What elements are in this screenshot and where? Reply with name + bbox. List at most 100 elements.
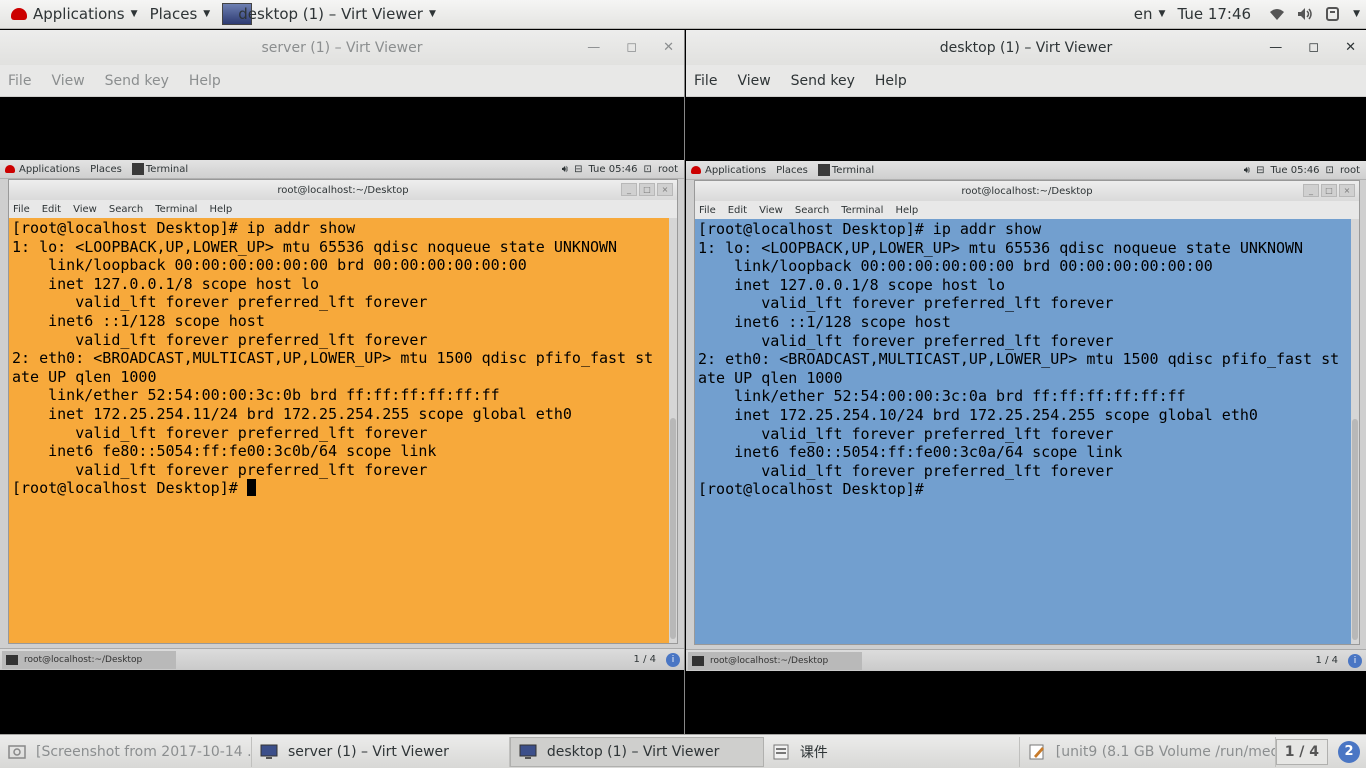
- terminal-close-button[interactable]: ×: [657, 183, 673, 196]
- terminal-menu-file[interactable]: File: [699, 205, 716, 216]
- guest-applications-menu[interactable]: Applications: [0, 164, 85, 175]
- window-titlebar[interactable]: server (1) – Virt Viewer — ◻ ✕: [0, 30, 684, 65]
- taskbar-item-screenshot[interactable]: [Screenshot from 2017-10-14 ...: [0, 736, 252, 767]
- guest-taskbar: root@localhost:~/Desktop 1 / 4 i: [0, 648, 684, 670]
- terminal-titlebar[interactable]: root@localhost:~/Desktop _ □ ×: [9, 180, 677, 200]
- terminal-window[interactable]: root@localhost:~/Desktop _ □ × File Edit V…: [694, 180, 1360, 645]
- clock[interactable]: Tue 17:46: [1171, 0, 1257, 29]
- terminal-menu-help[interactable]: Help: [895, 205, 918, 216]
- minimize-button[interactable]: —: [587, 40, 600, 55]
- applications-menu[interactable]: Applications ▼: [0, 0, 144, 29]
- terminal-menu-search[interactable]: Search: [795, 205, 829, 216]
- terminal-menu-edit[interactable]: Edit: [728, 205, 747, 216]
- language-label: en: [1133, 5, 1153, 23]
- terminal-close-button[interactable]: ×: [1339, 184, 1355, 197]
- terminal-minimize-button[interactable]: _: [621, 183, 637, 196]
- guest-user-menu[interactable]: root: [1340, 165, 1360, 176]
- terminal-menu-help[interactable]: Help: [209, 204, 232, 215]
- maximize-button[interactable]: ◻: [1308, 40, 1319, 55]
- taskbar-item-label: desktop (1) – Virt Viewer: [546, 743, 720, 760]
- places-menu[interactable]: Places ▼: [144, 0, 217, 29]
- network-icon[interactable]: ⊟: [574, 164, 582, 175]
- close-button[interactable]: ✕: [1345, 40, 1356, 55]
- workspace-indicator[interactable]: 1 / 4: [1275, 738, 1329, 765]
- terminal-scrollbar[interactable]: [669, 218, 677, 643]
- scrollbar-thumb[interactable]: [1352, 419, 1358, 640]
- taskbar-item-label: [unit9 (8.1 GB Volume /run/medi...: [1055, 743, 1276, 760]
- guest-user-menu[interactable]: root: [658, 164, 678, 175]
- menu-send-key[interactable]: Send key: [105, 73, 169, 89]
- menu-file[interactable]: File: [694, 73, 717, 89]
- terminal-output[interactable]: [root@localhost Desktop]# ip addr show 1:…: [695, 219, 1351, 644]
- terminal-titlebar[interactable]: root@localhost:~/Desktop _ □ ×: [695, 181, 1359, 201]
- guest-workspace-indicator[interactable]: 1 / 4: [634, 654, 656, 665]
- terminal-window[interactable]: root@localhost:~/Desktop _ □ × File Edit V…: [8, 179, 678, 644]
- guest-workspace-indicator[interactable]: 1 / 4: [1316, 655, 1338, 666]
- menu-view[interactable]: View: [737, 73, 770, 89]
- applications-label: Applications: [33, 5, 125, 23]
- guest-display[interactable]: Applications Places Terminal 🔊︎ ⊟ Tue 05…: [686, 161, 1366, 671]
- system-status-menu[interactable]: ▼: [1257, 0, 1366, 29]
- terminal-menu-view[interactable]: View: [759, 205, 783, 216]
- guest-clock[interactable]: Tue 05:46: [1270, 165, 1319, 176]
- menu-send-key[interactable]: Send key: [791, 73, 855, 89]
- terminal-line: link/loopback 00:00:00:00:00:00 brd 00:0…: [698, 257, 1213, 276]
- virt-viewer-icon: [260, 744, 278, 759]
- guest-places-menu[interactable]: Places: [85, 164, 127, 175]
- terminal-line: 2: eth0: <BROADCAST,MULTICAST,UP,LOWER_U…: [12, 349, 654, 368]
- language-menu[interactable]: en ▼: [1128, 0, 1172, 29]
- terminal-scrollbar[interactable]: [1351, 219, 1359, 644]
- taskbar-item-desktop-virt-viewer[interactable]: desktop (1) – Virt Viewer: [509, 736, 764, 767]
- menu-view[interactable]: View: [51, 73, 84, 89]
- guest-clock[interactable]: Tue 05:46: [588, 164, 637, 175]
- terminal-menu-terminal[interactable]: Terminal: [841, 205, 883, 216]
- guest-taskbar-item[interactable]: root@localhost:~/Desktop: [2, 650, 176, 669]
- desktop-virt-viewer-window[interactable]: desktop (1) – Virt Viewer — ◻ ✕ File Vie…: [686, 30, 1366, 734]
- close-button[interactable]: ✕: [663, 40, 674, 55]
- terminal-menu-terminal[interactable]: Terminal: [155, 204, 197, 215]
- chevron-down-icon: ▼: [130, 9, 138, 19]
- guest-places-menu[interactable]: Places: [771, 165, 813, 176]
- volume-icon[interactable]: 🔊︎: [562, 164, 568, 175]
- terminal-minimize-button[interactable]: _: [1303, 184, 1319, 197]
- maximize-button[interactable]: ◻: [626, 40, 637, 55]
- terminal-line: ate UP qlen 1000: [698, 368, 843, 387]
- scrollbar-thumb[interactable]: [670, 418, 676, 639]
- terminal-menu-file[interactable]: File: [13, 204, 30, 215]
- guest-terminal-menu[interactable]: Terminal: [127, 163, 193, 175]
- terminal-line: inet 172.25.254.10/24 brd 172.25.254.255…: [698, 405, 1258, 424]
- menu-help[interactable]: Help: [189, 73, 221, 89]
- terminal-maximize-button[interactable]: □: [1321, 184, 1337, 197]
- redhat-icon: [11, 8, 27, 20]
- taskbar-item-file-manager[interactable]: 课件: [764, 736, 1020, 767]
- info-icon[interactable]: i: [666, 652, 680, 667]
- volume-icon[interactable]: 🔊︎: [1244, 165, 1250, 176]
- terminal-menu-view[interactable]: View: [73, 204, 97, 215]
- terminal-menu-edit[interactable]: Edit: [42, 204, 61, 215]
- terminal-maximize-button[interactable]: □: [639, 183, 655, 196]
- taskbar-item-text-editor[interactable]: [unit9 (8.1 GB Volume /run/medi...: [1020, 736, 1276, 767]
- terminal-prompt[interactable]: [root@localhost Desktop]#: [12, 479, 666, 498]
- menu-help[interactable]: Help: [875, 73, 907, 89]
- guest-taskbar-item[interactable]: root@localhost:~/Desktop: [688, 651, 862, 670]
- network-icon[interactable]: ⊟: [1256, 165, 1264, 176]
- text-editor-icon: [1029, 744, 1044, 759]
- terminal-menu-search[interactable]: Search: [109, 204, 143, 215]
- window-titlebar[interactable]: desktop (1) – Virt Viewer — ◻ ✕: [686, 30, 1366, 65]
- guest-terminal-menu[interactable]: Terminal: [813, 164, 879, 176]
- server-virt-viewer-window[interactable]: server (1) – Virt Viewer — ◻ ✕ File View…: [0, 30, 685, 734]
- active-window-menu[interactable]: desktop (1) – Virt Viewer ▼: [216, 0, 442, 29]
- image-viewer-icon: [8, 744, 26, 759]
- terminal-line: valid_lft forever preferred_lft forever: [12, 423, 428, 442]
- terminal-prompt[interactable]: [root@localhost Desktop]#: [698, 480, 1348, 499]
- guest-applications-menu[interactable]: Applications: [686, 165, 771, 176]
- terminal-output[interactable]: [root@localhost Desktop]# ip addr show 1:…: [9, 218, 669, 643]
- info-icon[interactable]: i: [1348, 653, 1362, 668]
- notification-badge[interactable]: 2: [1338, 740, 1361, 763]
- guest-display[interactable]: Applications Places Terminal 🔊︎ ⊟ Tue 05…: [0, 160, 684, 670]
- window-title: desktop (1) – Virt Viewer: [939, 39, 1113, 56]
- terminal-icon: [6, 654, 18, 665]
- taskbar-item-server-virt-viewer[interactable]: server (1) – Virt Viewer: [252, 736, 510, 767]
- menu-file[interactable]: File: [8, 73, 31, 89]
- minimize-button[interactable]: —: [1269, 40, 1282, 55]
